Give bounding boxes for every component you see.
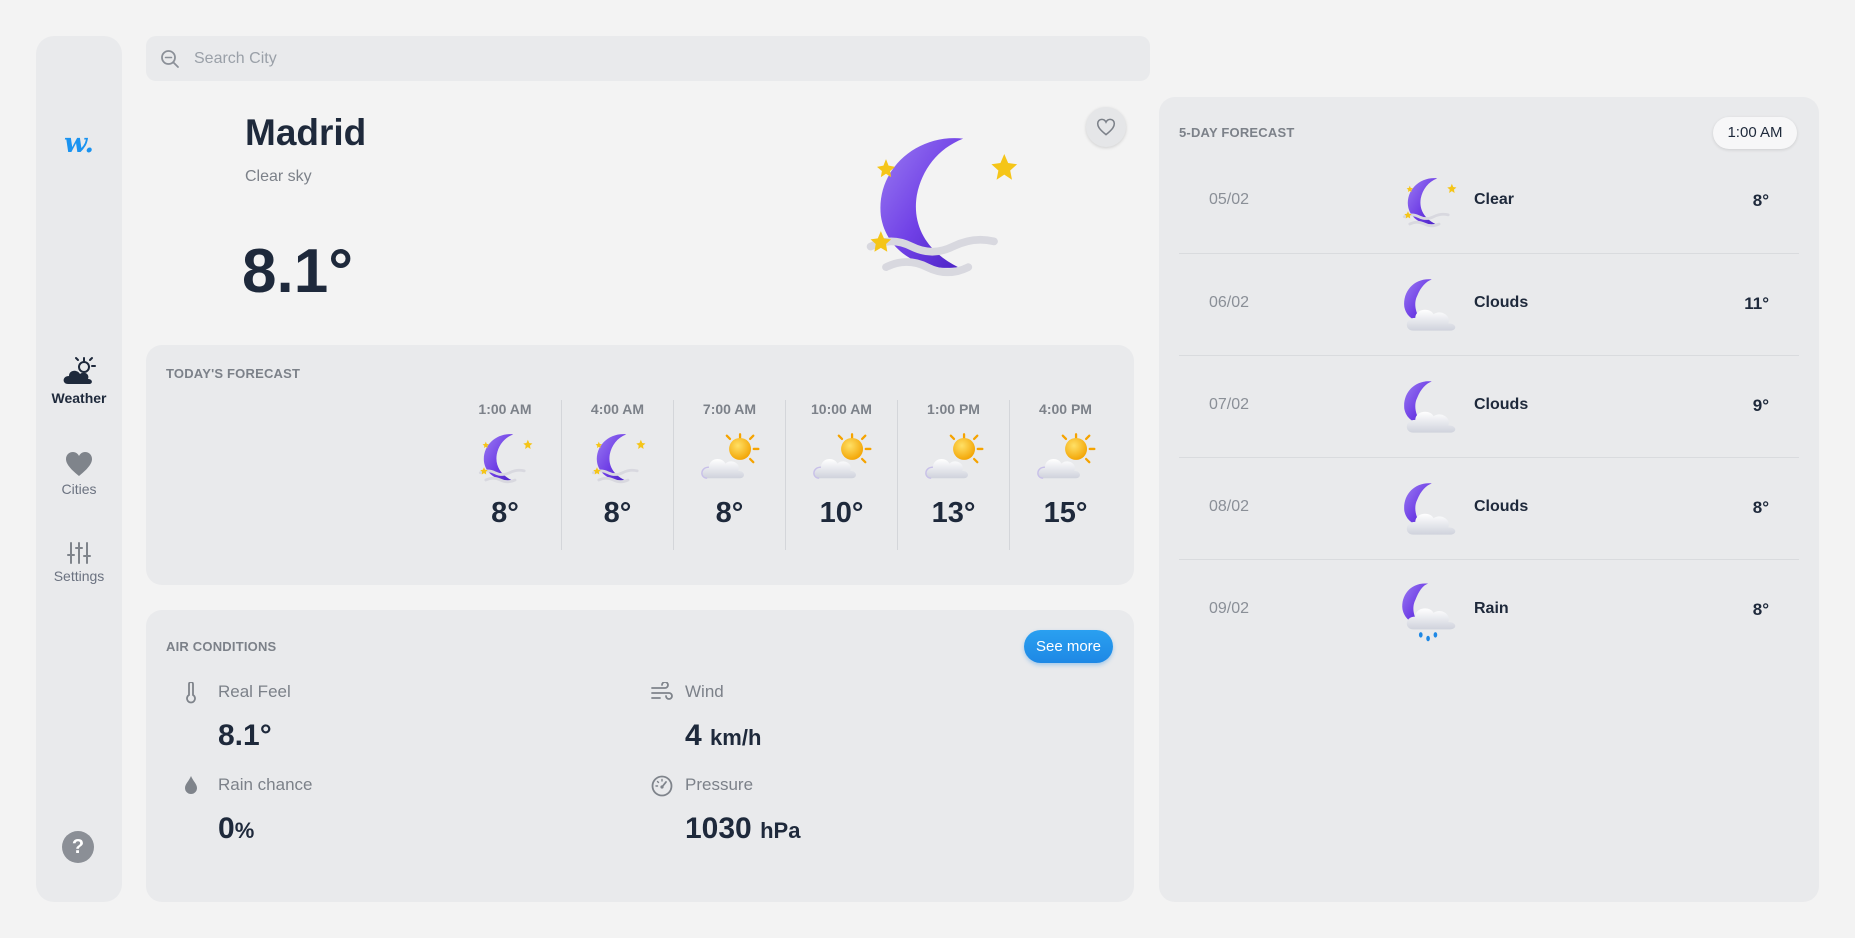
sidebar-item-label: Settings <box>53 568 105 584</box>
todays-forecast-panel: TODAY'S FORECAST 1:00 AM 8° 4:00 AM 8° 7… <box>146 345 1134 585</box>
sidebar-item-cities[interactable]: Cities <box>36 451 122 497</box>
app-logo[interactable]: w. <box>36 128 122 159</box>
hour-temp: 8° <box>603 497 632 529</box>
forecast-day-row: 09/02 Rain 8° <box>1179 559 1799 661</box>
metric-label: Wind <box>685 682 724 701</box>
wind-icon <box>651 682 673 700</box>
favorite-button[interactable] <box>1086 107 1126 147</box>
hour-temp: 8° <box>491 497 519 529</box>
moon-cloud-icon <box>1395 478 1463 542</box>
sun-cloud-icon <box>696 427 764 491</box>
search-bar <box>146 36 1150 81</box>
day-date: 07/02 <box>1209 396 1250 413</box>
day-temp: 8° <box>1752 600 1769 619</box>
day-temp: 8° <box>1752 191 1769 210</box>
day-temp: 9° <box>1752 396 1769 415</box>
forecast-day-row: 08/02 Clouds 8° <box>1179 457 1799 559</box>
metric-label: Real Feel <box>218 682 291 701</box>
metric-label: Pressure <box>685 775 754 794</box>
current-condition: Clear sky <box>245 168 312 185</box>
sun-cloud-icon <box>808 427 876 491</box>
hourly-item: 4:00 AM 8° <box>561 400 673 550</box>
hour-temp: 10° <box>819 497 864 529</box>
metric-value: 0% <box>218 812 254 846</box>
day-condition: Clouds <box>1474 498 1529 515</box>
droplet-icon <box>185 776 197 794</box>
see-more-button[interactable]: See more <box>1024 630 1113 663</box>
moon-cloud-icon <box>1395 376 1463 440</box>
hourly-list: 1:00 AM 8° 4:00 AM 8° 7:00 AM 8° 10:00 A… <box>449 400 1121 550</box>
metric-unit: hPa <box>760 818 801 843</box>
hourly-item: 10:00 AM 10° <box>785 400 897 550</box>
sidebar: w. Weather Cities Settings ? <box>36 36 122 902</box>
day-date: 08/02 <box>1209 498 1250 515</box>
metric-value: 8.1° <box>218 719 272 753</box>
sidebar-item-settings[interactable]: Settings <box>36 542 122 584</box>
hour-time: 4:00 AM <box>590 401 645 417</box>
heart-icon <box>66 452 92 476</box>
metric-value: 1030 hPa <box>685 812 800 846</box>
metric-unit: % <box>234 818 255 843</box>
hourly-item: 7:00 AM 8° <box>673 400 785 550</box>
moon-rain-icon <box>1395 580 1463 644</box>
hour-time: 4:00 PM <box>1039 401 1092 417</box>
panel-title: AIR CONDITIONS <box>166 639 277 654</box>
day-condition: Clear <box>1474 191 1515 208</box>
moon-stars-icon <box>584 427 652 491</box>
sidebar-item-label: Cities <box>61 481 97 497</box>
moon-stars-icon <box>845 118 1035 298</box>
day-date: 05/02 <box>1209 191 1250 208</box>
moon-stars-icon <box>471 427 539 491</box>
cloud-sun-icon <box>63 357 96 384</box>
day-temp: 8° <box>1752 498 1769 517</box>
sidebar-item-label: Weather <box>51 390 107 406</box>
hour-time: 1:00 AM <box>478 401 532 417</box>
hourly-item: 1:00 PM 13° <box>897 400 1009 550</box>
air-conditions-panel: AIR CONDITIONS See more Real Feel 8.1° W… <box>146 610 1134 902</box>
city-name: Madrid <box>245 112 367 153</box>
metric-unit: km/h <box>710 725 762 750</box>
sidebar-item-weather[interactable]: Weather <box>36 356 122 406</box>
hour-temp: 13° <box>931 497 976 529</box>
metric-label: Rain chance <box>218 775 313 794</box>
sun-cloud-icon <box>1032 427 1100 491</box>
hour-time: 1:00 PM <box>927 401 980 417</box>
sliders-icon <box>67 542 91 564</box>
hour-temp: 15° <box>1043 497 1088 529</box>
day-condition: Rain <box>1474 600 1509 617</box>
panel-title: 5-DAY FORECAST <box>1179 125 1295 140</box>
heart-outline-icon <box>1096 118 1116 136</box>
metric-number: 0 <box>218 812 235 845</box>
forecast-day-row: 06/02 Clouds 11° <box>1179 253 1799 355</box>
metric-number: 1030 <box>685 812 752 845</box>
day-date: 06/02 <box>1209 294 1250 311</box>
hour-time: 10:00 AM <box>811 401 872 417</box>
day-temp: 11° <box>1744 294 1769 313</box>
day-condition: Clouds <box>1474 294 1529 311</box>
metric-value: 4 km/h <box>685 719 761 753</box>
panel-title: TODAY'S FORECAST <box>166 366 301 381</box>
metric-number: 4 <box>685 719 702 752</box>
sun-cloud-icon <box>920 427 988 491</box>
forecast-day-row: 05/02 Clear 8° <box>1179 151 1799 253</box>
current-temperature: 8.1° <box>242 237 353 306</box>
search-input[interactable] <box>194 36 1124 81</box>
help-button[interactable]: ? <box>62 831 94 863</box>
thermometer-icon <box>186 682 196 704</box>
time-badge: 1:00 AM <box>1713 117 1797 149</box>
day-date: 09/02 <box>1209 600 1250 617</box>
day-condition: Clouds <box>1474 396 1529 413</box>
hour-temp: 8° <box>715 497 744 529</box>
search-icon <box>161 50 179 68</box>
moon-stars-icon <box>1395 171 1463 235</box>
hour-time: 7:00 AM <box>702 401 757 417</box>
forecast-day-row: 07/02 Clouds 9° <box>1179 355 1799 457</box>
hourly-item: 1:00 AM 8° <box>449 400 561 550</box>
five-day-forecast-panel: 5-DAY FORECAST 1:00 AM 05/02 Clear 8° 06… <box>1159 97 1819 902</box>
metric-number: 8.1° <box>218 719 272 752</box>
gauge-icon <box>651 775 673 797</box>
hourly-item: 4:00 PM 15° <box>1009 400 1121 550</box>
moon-cloud-icon <box>1395 274 1463 338</box>
